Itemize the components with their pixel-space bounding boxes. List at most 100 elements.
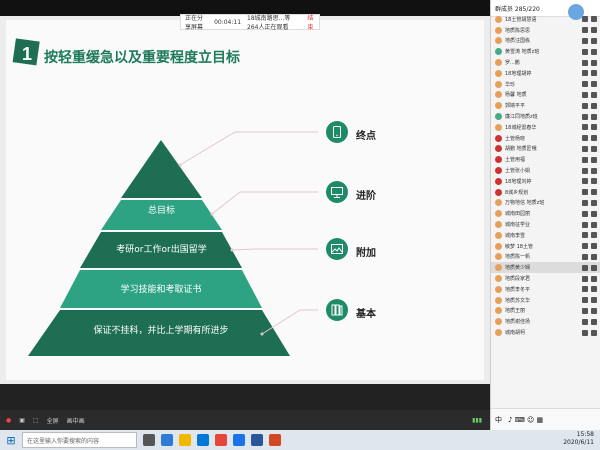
mic-status-icon[interactable] [582,145,588,152]
member-item[interactable]: 敏梦 18土管 [491,241,600,252]
word-icon[interactable] [251,434,263,446]
camera-status-icon[interactable] [591,275,597,282]
edge-icon[interactable] [161,434,173,446]
member-item[interactable]: 杨馨 地质 [491,90,600,101]
camera-status-icon[interactable] [591,59,597,66]
camera-status-icon[interactable] [591,156,597,163]
camera-status-icon[interactable] [591,243,597,250]
camera-status-icon[interactable] [591,232,597,239]
task-view-icon[interactable] [143,434,155,446]
mic-icon[interactable]: ● [6,417,11,424]
mic-status-icon[interactable] [582,16,588,23]
fullscreen-button[interactable]: 全屏 [47,416,59,425]
mic-status-icon[interactable] [582,318,588,325]
mic-status-icon[interactable] [582,221,588,228]
camera-status-icon[interactable] [591,318,597,325]
mic-status-icon[interactable] [582,27,588,34]
chrome-icon[interactable] [215,434,227,446]
camera-status-icon[interactable] [591,48,597,55]
mic-status-icon[interactable] [582,113,588,120]
camera-status-icon[interactable] [591,37,597,44]
mic-status-icon[interactable] [582,210,588,217]
member-item[interactable]: 土管用福 [491,154,600,165]
mic-status-icon[interactable] [582,48,588,55]
member-item[interactable]: 8城乡规划 [491,187,600,198]
member-item[interactable]: 地质陈思思 [491,25,600,36]
mic-status-icon[interactable] [582,253,588,260]
mic-status-icon[interactable] [582,199,588,206]
camera-status-icon[interactable] [591,264,597,271]
member-item[interactable]: 廉江同地质z班 [491,111,600,122]
mic-status-icon[interactable] [582,307,588,314]
member-item[interactable]: 罗...鹏 [491,57,600,68]
member-item[interactable]: 地质谢佳扬 [491,316,600,327]
camera-status-icon[interactable] [591,70,597,77]
camera-status-icon[interactable] [591,210,597,217]
member-item[interactable]: 城南胡柯 [491,327,600,338]
member-item[interactable]: 18土管胡慧语 [491,14,600,25]
member-item[interactable]: 胡鹏 地质匠哦 [491,144,600,155]
member-item[interactable]: 城南征学业 [491,219,600,230]
mic-status-icon[interactable] [582,37,588,44]
camera-status-icon[interactable] [591,329,597,336]
camera-status-icon[interactable] [591,167,597,174]
pip-button[interactable]: 画中画 [67,416,85,425]
mic-status-icon[interactable] [582,178,588,185]
camera-status-icon[interactable] [591,297,597,304]
folder-icon[interactable] [179,434,191,446]
mic-status-icon[interactable] [582,124,588,131]
meeting-app-icon[interactable] [233,434,245,446]
powerpoint-icon[interactable] [269,434,281,446]
member-item[interactable]: 土管杨晓 [491,133,600,144]
camera-status-icon[interactable] [591,113,597,120]
share-icon[interactable]: ⬚ [33,417,39,424]
taskbar-clock[interactable]: 15:58 2020/6/11 [563,431,594,447]
user-avatar[interactable] [568,4,584,20]
member-item[interactable]: 地质苏文华 [491,295,600,306]
mic-status-icon[interactable] [582,243,588,250]
member-item[interactable]: 土管张小娟 [491,165,600,176]
windows-start-icon[interactable]: ⊞ [0,430,22,450]
member-item[interactable]: 万物地信 地质z班 [491,198,600,209]
member-item[interactable]: 地质李冬平 [491,284,600,295]
mic-status-icon[interactable] [582,70,588,77]
camera-status-icon[interactable] [591,102,597,109]
member-item[interactable]: 地质王丽 [491,306,600,317]
camera-status-icon[interactable] [591,178,597,185]
member-item[interactable]: 地质黄少娴 [491,262,600,274]
mic-status-icon[interactable] [582,81,588,88]
camera-status-icon[interactable] [591,124,597,131]
ime-indicator[interactable]: 中 [495,415,502,425]
member-item[interactable]: 地质汪国栋 [491,36,600,47]
member-item[interactable]: 地质陈一帆 [491,252,600,263]
mic-status-icon[interactable] [582,59,588,66]
camera-status-icon[interactable] [591,16,597,23]
member-item[interactable]: 18城经雷春华 [491,122,600,133]
mic-status-icon[interactable] [582,329,588,336]
camera-status-icon[interactable] [591,135,597,142]
member-item[interactable]: 18地理刘婷 [491,176,600,187]
camera-status-icon[interactable] [591,253,597,260]
camera-status-icon[interactable] [591,145,597,152]
camera-status-icon[interactable] [591,221,597,228]
camera-status-icon[interactable] [591,286,597,293]
camera-status-icon[interactable] [591,91,597,98]
mic-status-icon[interactable] [582,286,588,293]
member-item[interactable]: 城南田园丽 [491,208,600,219]
mic-status-icon[interactable] [582,167,588,174]
mic-status-icon[interactable] [582,135,588,142]
member-item[interactable]: 城南李雪 [491,230,600,241]
member-item[interactable]: 郭婧平平 [491,100,600,111]
mic-status-icon[interactable] [582,264,588,271]
camera-status-icon[interactable] [591,81,597,88]
mic-status-icon[interactable] [582,91,588,98]
member-item[interactable]: 地质段家君 [491,273,600,284]
mic-status-icon[interactable] [582,297,588,304]
member-item[interactable]: 华珍 [491,79,600,90]
member-item[interactable]: 18地理胡婷 [491,68,600,79]
camera-status-icon[interactable] [591,189,597,196]
mic-status-icon[interactable] [582,102,588,109]
member-item[interactable]: 黄雪涛 地质z班 [491,46,600,57]
mic-status-icon[interactable] [582,275,588,282]
camera-status-icon[interactable] [591,307,597,314]
